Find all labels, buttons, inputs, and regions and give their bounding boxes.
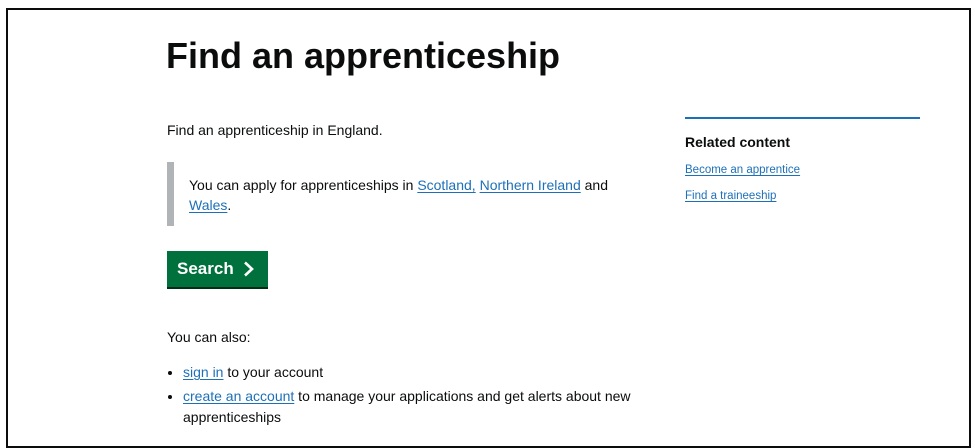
- search-button[interactable]: Search: [167, 251, 268, 287]
- list-item-text: to your account: [223, 364, 324, 380]
- list-item: sign in to your account: [183, 362, 673, 382]
- list-item: Find a traineeship: [685, 188, 920, 204]
- inset-prefix: You can apply for apprenticeships in: [189, 177, 418, 193]
- become-apprentice-link[interactable]: Become an apprentice: [685, 164, 800, 176]
- related-heading: Related content: [685, 134, 791, 150]
- list-item: Become an apprentice: [685, 162, 920, 178]
- list-item: create an account to manage your applica…: [183, 386, 673, 427]
- inset-suffix: .: [227, 197, 232, 214]
- lead-paragraph: Find an apprenticeship in England.: [167, 122, 383, 138]
- scotland-link[interactable]: Scotland,: [417, 177, 475, 193]
- sign-in-link[interactable]: sign in: [183, 364, 223, 380]
- find-traineeship-link[interactable]: Find a traineeship: [685, 190, 776, 202]
- also-list: sign in to your account create an accoun…: [167, 362, 673, 431]
- inset-and: and: [580, 177, 608, 193]
- also-heading: You can also:: [167, 329, 251, 345]
- inset-text: You can apply for apprenticeships in Sco…: [167, 162, 627, 226]
- search-button-label: Search: [177, 259, 234, 278]
- wales-link[interactable]: Wales: [189, 197, 227, 213]
- related-content: Related content Become an apprentice Fin…: [685, 117, 920, 214]
- related-list: Become an apprentice Find a traineeship: [685, 162, 920, 204]
- northern-ireland-link[interactable]: Northern Ireland: [480, 177, 581, 193]
- page-title: Find an apprenticeship: [166, 35, 561, 76]
- create-account-link[interactable]: create an account: [183, 388, 294, 404]
- chevron-right-icon: [243, 261, 254, 277]
